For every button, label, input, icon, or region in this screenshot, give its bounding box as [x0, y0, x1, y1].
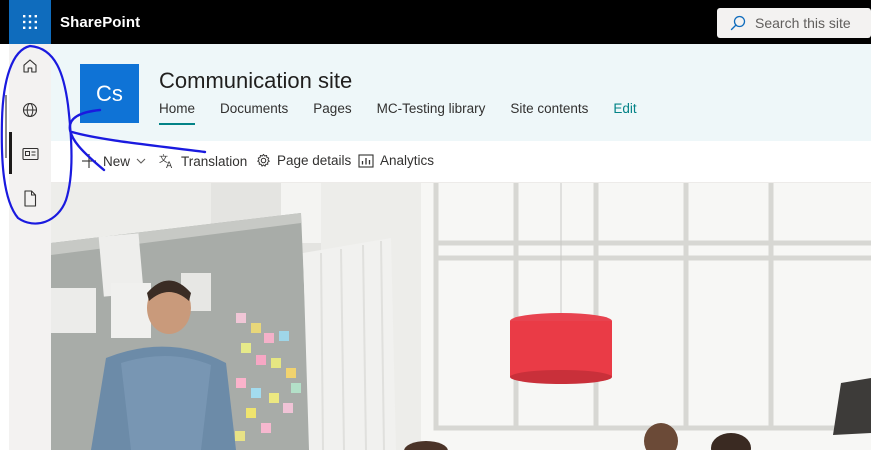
analytics-label: Analytics	[380, 153, 435, 168]
site-logo[interactable]: Cs	[80, 64, 139, 123]
nav-item-home[interactable]: Home	[159, 101, 196, 125]
news-icon	[21, 147, 39, 161]
app-launcher-button[interactable]	[9, 0, 51, 44]
nav-item-pages[interactable]: Pages	[313, 101, 351, 125]
search-placeholder: Search this site	[755, 15, 851, 31]
page-details-button[interactable]: Page details	[256, 153, 351, 168]
globe-icon	[22, 102, 38, 118]
app-name[interactable]: SharePoint	[60, 14, 140, 31]
analytics-button[interactable]: Analytics	[358, 153, 434, 168]
app-bar-files-button[interactable]	[9, 176, 51, 220]
new-button[interactable]: New	[81, 153, 146, 169]
app-bar-home-button[interactable]	[9, 44, 51, 88]
gear-icon	[257, 153, 270, 167]
office-photo	[51, 183, 871, 450]
nav-item-site-contents[interactable]: Site contents	[510, 101, 588, 125]
nav-edit-link[interactable]: Edit	[613, 101, 636, 125]
document-icon	[24, 189, 37, 207]
new-button-label: New	[103, 153, 131, 169]
app-bar	[9, 44, 51, 450]
translation-button[interactable]: 文 A Translation	[159, 153, 247, 169]
chevron-down-icon	[136, 158, 146, 164]
app-bar-news-button[interactable]	[9, 132, 51, 176]
analytics-icon	[358, 153, 374, 168]
nav-item-mc-testing-library[interactable]: MC-Testing library	[377, 101, 486, 125]
suite-bar: SharePoint Search this site	[0, 0, 871, 44]
svg-text:A: A	[166, 161, 173, 169]
hero-image	[51, 183, 871, 450]
app-bar-sites-button[interactable]	[9, 88, 51, 132]
sharepoint-page: SharePoint Search this site Cs Communica…	[0, 0, 871, 450]
translation-label: Translation	[181, 153, 248, 169]
plus-icon	[82, 154, 96, 168]
waffle-icon	[23, 15, 37, 29]
search-icon	[730, 15, 746, 31]
site-header: Cs Communication site Home Documents Pag…	[51, 44, 871, 141]
site-title[interactable]: Communication site	[159, 68, 352, 94]
command-bar: New 文 A Translation Page details Analyti…	[51, 141, 871, 183]
page-details-label: Page details	[277, 153, 352, 168]
search-box[interactable]: Search this site	[717, 8, 871, 38]
nav-item-documents[interactable]: Documents	[220, 101, 288, 125]
translation-icon: 文 A	[159, 153, 173, 169]
site-navigation: Home Documents Pages MC-Testing library …	[159, 101, 662, 127]
home-icon	[23, 59, 37, 73]
